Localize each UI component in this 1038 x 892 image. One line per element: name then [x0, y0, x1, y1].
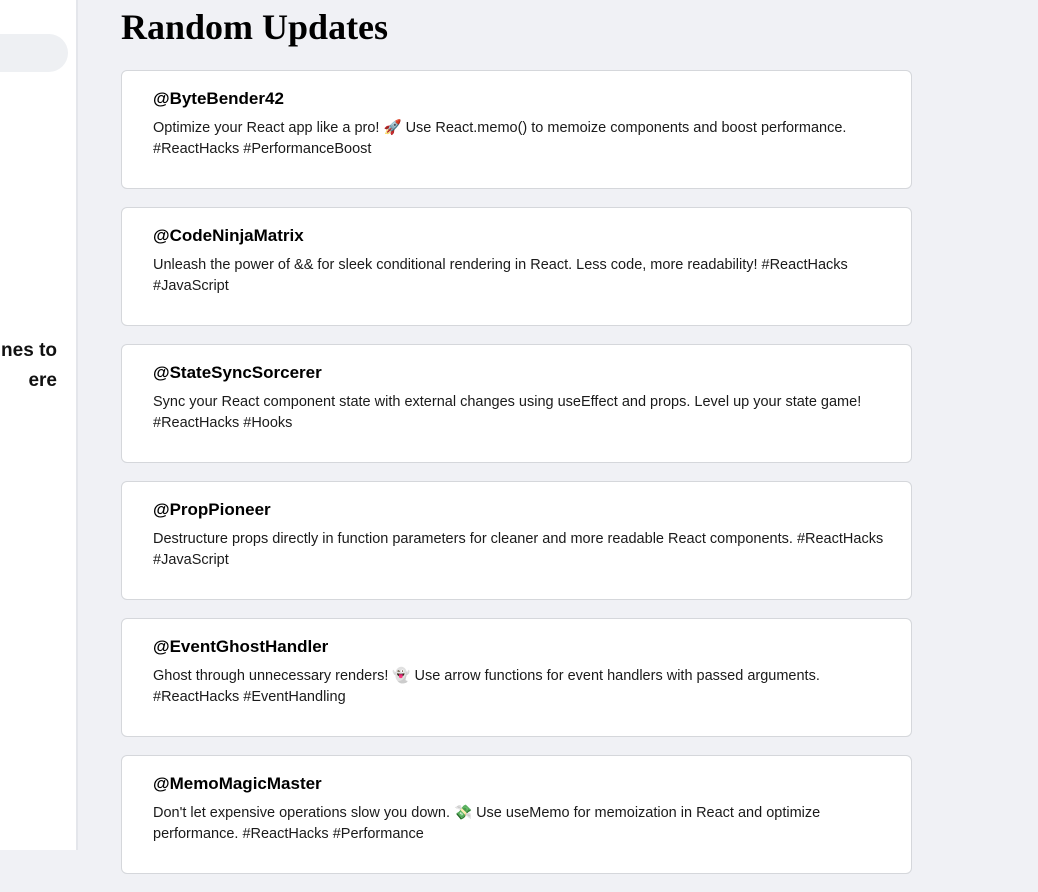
post-username: @PropPioneer	[153, 500, 271, 519]
sidebar-text-line: ere	[28, 370, 57, 391]
post-card: @PropPioneer Destructure props directly …	[121, 481, 912, 600]
post-list: @ByteBender42 Optimize your React app li…	[121, 70, 912, 892]
post-card: @ByteBender42 Optimize your React app li…	[121, 70, 912, 189]
post-card: @StateSyncSorcerer Sync your React compo…	[121, 344, 912, 463]
sidebar-text-line: nes to	[1, 340, 57, 361]
post-text: Sync your React component state with ext…	[153, 394, 862, 431]
post-card: @CodeNinjaMatrix Unleash the power of &&…	[121, 207, 912, 326]
page-title: Random Updates	[121, 7, 389, 47]
post-text: Unleash the power of && for sleek condit…	[153, 257, 848, 294]
post-text: Optimize your React app like a pro! 🚀 Us…	[153, 120, 847, 157]
post-text: Don't let expensive operations slow you …	[153, 805, 821, 842]
post-card: @EventGhostHandler Ghost through unneces…	[121, 618, 912, 737]
post-username: @MemoMagicMaster	[153, 774, 322, 793]
post-card: @MemoMagicMaster Don't let expensive ope…	[121, 755, 912, 874]
sidebar-nav-item[interactable]	[0, 34, 68, 72]
sidebar-text: nes to ere	[1, 336, 57, 396]
post-text: Destructure props directly in function p…	[153, 531, 884, 568]
post-username: @EventGhostHandler	[153, 637, 329, 656]
post-username: @StateSyncSorcerer	[153, 363, 322, 382]
post-username: @ByteBender42	[153, 89, 284, 108]
post-username: @CodeNinjaMatrix	[153, 226, 304, 245]
sidebar: nes to ere	[0, 0, 78, 850]
post-text: Ghost through unnecessary renders! 👻 Use…	[153, 668, 820, 705]
